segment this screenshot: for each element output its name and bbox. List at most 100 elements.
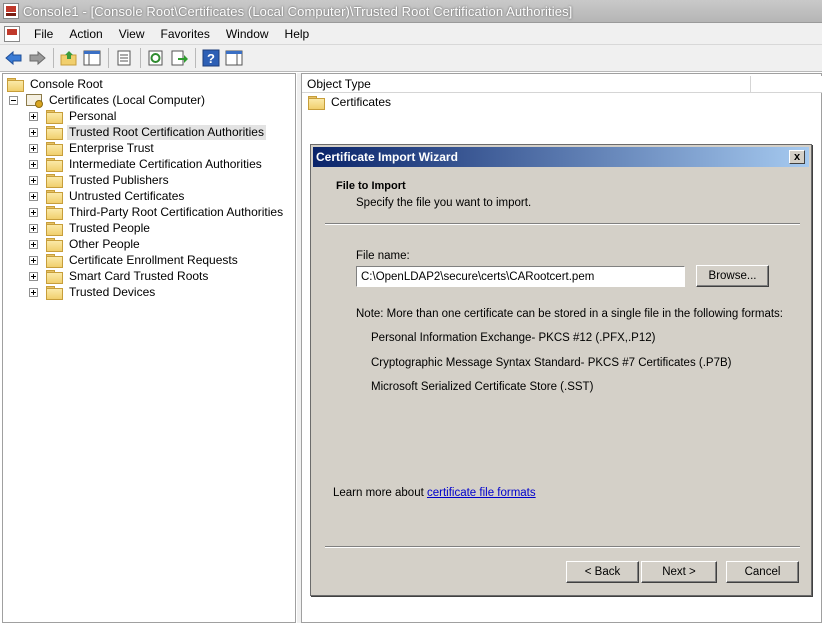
tree-item-trusted-publishers[interactable]: Trusted Publishers: [29, 172, 171, 188]
folder-icon: [46, 206, 63, 220]
folder-icon: [46, 190, 63, 204]
close-button[interactable]: x: [789, 150, 805, 164]
expand-icon[interactable]: [29, 239, 38, 249]
title-bar: Console1 - [Console Root\Certificates (L…: [0, 0, 822, 23]
menu-action[interactable]: Action: [61, 23, 110, 45]
menu-help[interactable]: Help: [277, 23, 318, 45]
tree-item-trusted-people[interactable]: Trusted People: [29, 220, 152, 236]
expand-icon[interactable]: [29, 271, 38, 281]
menu-window[interactable]: Window: [218, 23, 277, 45]
wizard-title-bar: Certificate Import Wizard x: [313, 147, 809, 167]
export-list-icon[interactable]: [168, 47, 190, 69]
tree-item-label: Personal: [69, 108, 117, 123]
expand-icon[interactable]: [29, 207, 38, 217]
back-button[interactable]: < Back: [566, 561, 639, 583]
menu-favorites[interactable]: Favorites: [153, 23, 218, 45]
column-header-empty[interactable]: [751, 76, 822, 93]
tree-item-enterprise-trust[interactable]: Enterprise Trust: [29, 140, 156, 156]
menu-file[interactable]: File: [26, 23, 61, 45]
folder-icon: [46, 158, 63, 172]
tree-item-certificate-enrollment-requests[interactable]: Certificate Enrollment Requests: [29, 252, 240, 268]
tree-item-label: Trusted Publishers: [69, 172, 169, 187]
learn-more-prefix: Learn more about: [333, 487, 427, 499]
certificate-import-wizard: Certificate Import Wizard x File to Impo…: [310, 144, 812, 596]
tree-item-label: Certificate Enrollment Requests: [69, 252, 238, 267]
tree-item-label: Trusted Devices: [69, 284, 156, 299]
tree-item-certificates-local-computer[interactable]: Certificates (Local Computer): [9, 92, 207, 108]
certificate-file-formats-link[interactable]: certificate file formats: [427, 487, 536, 499]
header-divider: [325, 223, 800, 225]
toolbar-separator: [195, 48, 196, 68]
expand-icon[interactable]: [29, 191, 38, 201]
toolbar-separator: [53, 48, 54, 68]
expand-icon[interactable]: [29, 143, 38, 153]
browse-button[interactable]: Browse...: [696, 265, 769, 287]
step-subtitle: Specify the file you want to import.: [356, 197, 532, 209]
formats-note: Note: More than one certificate can be s…: [356, 308, 784, 320]
folder-icon: [46, 126, 63, 140]
expand-icon[interactable]: [29, 127, 38, 137]
folder-icon: [46, 222, 63, 236]
certificates-snapin-icon: [26, 93, 43, 108]
tree-item-untrusted-certificates[interactable]: Untrusted Certificates: [29, 188, 186, 204]
properties-icon[interactable]: [113, 47, 135, 69]
tree-item-smart-card-trusted-roots[interactable]: Smart Card Trusted Roots: [29, 268, 210, 284]
column-header-object-type[interactable]: Object Type: [302, 76, 751, 93]
tree-item-label: Other People: [69, 236, 140, 251]
format-pfx: Personal Information Exchange- PKCS #12 …: [371, 332, 656, 344]
up-folder-icon[interactable]: [58, 47, 80, 69]
menu-bar: File Action View Favorites Window Help: [0, 23, 822, 45]
tree-item-label: Trusted Root Certification Authorities: [67, 124, 266, 140]
learn-more-text: Learn more about certificate file format…: [333, 487, 536, 499]
expand-icon[interactable]: [29, 175, 38, 185]
next-button[interactable]: Next >: [641, 561, 717, 583]
wizard-title: Certificate Import Wizard: [316, 150, 458, 164]
toolbar-separator: [108, 48, 109, 68]
console-tree: Console Root Certificates (Local Compute…: [2, 73, 296, 623]
forward-arrow-icon[interactable]: [26, 47, 48, 69]
tree-item-label: Smart Card Trusted Roots: [69, 268, 209, 283]
help-icon[interactable]: ?: [200, 47, 222, 69]
tree-item-third-party-root-certification-authorities[interactable]: Third-Party Root Certification Authoriti…: [29, 204, 285, 220]
tree-item-label: Intermediate Certification Authorities: [69, 156, 262, 171]
show-action-pane-icon[interactable]: [223, 47, 245, 69]
folder-icon: [46, 286, 63, 300]
format-sst: Microsoft Serialized Certificate Store (…: [371, 381, 594, 393]
expand-icon[interactable]: [29, 255, 38, 265]
back-arrow-icon[interactable]: [3, 47, 25, 69]
expand-icon[interactable]: [29, 287, 38, 297]
folder-icon: [7, 78, 24, 92]
expand-icon[interactable]: [29, 223, 38, 233]
tree-item-personal[interactable]: Personal: [29, 108, 118, 124]
folder-icon: [46, 110, 63, 124]
window-title: Console1 - [Console Root\Certificates (L…: [23, 3, 573, 19]
show-hide-tree-icon[interactable]: [81, 47, 103, 69]
tree-item-trusted-root-certification-authorities[interactable]: Trusted Root Certification Authorities: [29, 124, 266, 140]
tree-item-other-people[interactable]: Other People: [29, 236, 142, 252]
refresh-icon[interactable]: [145, 47, 167, 69]
tree-item-label: Untrusted Certificates: [69, 188, 185, 203]
tree-item-label: Trusted People: [69, 220, 150, 235]
folder-icon: [308, 96, 325, 110]
wizard-header: File to Import Specify the file you want…: [313, 167, 809, 226]
tree-item-trusted-devices[interactable]: Trusted Devices: [29, 284, 157, 300]
toolbar: ?: [0, 45, 822, 72]
folder-icon: [46, 254, 63, 268]
expand-icon[interactable]: [29, 159, 38, 169]
cancel-button[interactable]: Cancel: [726, 561, 799, 583]
mmc-console-icon[interactable]: [3, 3, 19, 19]
tree-item-label: Console Root: [30, 76, 103, 91]
svg-text:?: ?: [207, 51, 215, 66]
tree-item-console-root[interactable]: Console Root: [7, 76, 105, 92]
collapse-icon[interactable]: [9, 95, 18, 105]
expand-icon[interactable]: [29, 111, 38, 121]
list-item-certificates[interactable]: Certificates: [308, 94, 393, 110]
console-menu-icon[interactable]: [4, 25, 20, 42]
list-item-label: Certificates: [331, 94, 392, 109]
file-name-input[interactable]: [356, 266, 685, 287]
menu-view[interactable]: View: [111, 23, 153, 45]
tree-item-label: Third-Party Root Certification Authoriti…: [69, 204, 284, 219]
tree-item-intermediate-certification-authorities[interactable]: Intermediate Certification Authorities: [29, 156, 264, 172]
list-header: Object Type: [302, 76, 822, 93]
tree-item-label: Enterprise Trust: [69, 140, 154, 155]
